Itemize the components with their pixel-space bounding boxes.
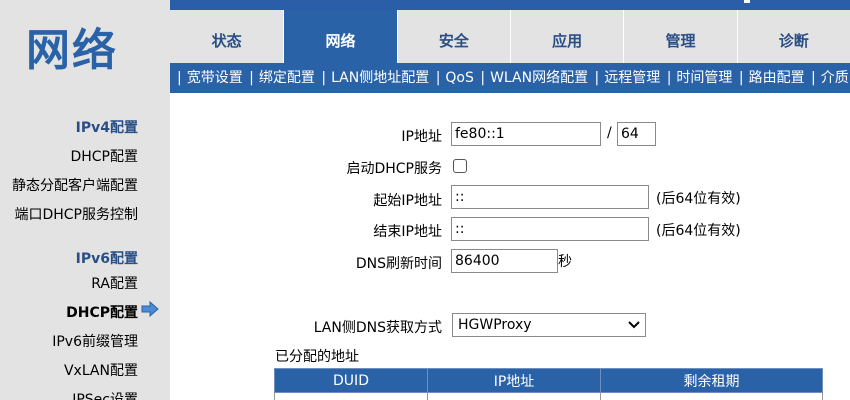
dns-refresh-label: DNS刷新时间 (355, 256, 442, 272)
sub-navigation: | 宽带设置 | 绑定配置 | LAN侧地址配置 | QoS | WLAN网络配置 | 远程… (170, 63, 850, 93)
sidebar-item-prefix[interactable]: IPv6前缀管理 (52, 331, 138, 351)
main-tabs: 状态 网络 安全 应用 管理 诊断 (170, 10, 850, 63)
prefix-separator: / (607, 125, 612, 141)
subnav-remote-mgmt[interactable]: 远程管理 (604, 70, 660, 86)
lan-dns-selected-value: HGWProxy (458, 317, 532, 333)
tab-application[interactable]: 应用 (509, 10, 624, 63)
end-ip-hint: (后64位有效) (656, 223, 741, 239)
dhcp-enable-checkbox[interactable] (453, 159, 467, 173)
main-content: IP地址 / 启动DHCP服务 起始IP地址 (后64位有效) 结束IP地址 (… (170, 93, 850, 400)
sidebar: IPv4配置 DHCP配置 静态分配客户端配置 端口DHCP服务控制 IPv6配… (0, 93, 170, 400)
prefix-length-input[interactable] (617, 122, 656, 146)
subnav-broadband[interactable]: 宽带设置 (187, 70, 243, 86)
assigned-address-title: 已分配的地址 (275, 349, 359, 365)
dns-refresh-unit: 秒 (558, 254, 572, 270)
strip-mark (744, 0, 750, 3)
chevron-down-icon (628, 321, 640, 329)
sidebar-item-ipv6-dhcp[interactable]: DHCP配置 (66, 302, 138, 322)
start-ip-label: 起始IP地址 (373, 193, 442, 209)
end-ip-label: 结束IP地址 (373, 224, 442, 240)
sidebar-item-ipsec[interactable]: IPSec设置 (72, 389, 138, 400)
subnav-qos[interactable]: QoS (445, 70, 473, 86)
sidebar-item-vxlan[interactable]: VxLAN配置 (64, 360, 138, 380)
ip-address-label: IP地址 (401, 129, 442, 145)
start-ip-input[interactable] (451, 185, 649, 209)
sidebar-item-ra[interactable]: RA配置 (91, 273, 138, 293)
lan-dns-select[interactable]: HGWProxy (452, 313, 646, 337)
lan-dns-label: LAN侧DNS获取方式 (313, 320, 442, 336)
start-ip-hint: (后64位有效) (656, 191, 741, 207)
column-header-ip: IP地址 (427, 368, 601, 393)
sidebar-header-ipv6: IPv6配置 (75, 251, 138, 267)
column-header-duid: DUID (274, 368, 428, 393)
brand-title: 网络 (26, 25, 118, 76)
subnav-media[interactable]: 介质 (821, 70, 849, 86)
table-row (274, 392, 823, 400)
sidebar-item-static-client[interactable]: 静态分配客户端配置 (12, 175, 138, 195)
brand-panel: 网络 (0, 0, 170, 93)
end-ip-input[interactable] (451, 217, 649, 241)
dns-refresh-input[interactable] (451, 249, 558, 273)
subnav-binding[interactable]: 绑定配置 (259, 70, 315, 86)
subnav-time-mgmt[interactable]: 时间管理 (676, 70, 732, 86)
subnav-routing[interactable]: 路由配置 (749, 70, 805, 86)
tab-network[interactable]: 网络 (283, 10, 397, 63)
subnav-wlan[interactable]: WLAN网络配置 (490, 70, 588, 86)
tab-status[interactable]: 状态 (170, 10, 284, 63)
ip-address-input[interactable] (451, 122, 601, 146)
tab-diagnostics[interactable]: 诊断 (736, 10, 850, 63)
sidebar-item-port-dhcp[interactable]: 端口DHCP服务控制 (14, 204, 138, 224)
dhcp-enable-label: 启动DHCP服务 (346, 161, 442, 177)
column-header-lease: 剩余租期 (600, 368, 823, 393)
sidebar-header-ipv4: IPv4配置 (75, 120, 138, 136)
subnav-lan-address[interactable]: LAN侧地址配置 (331, 70, 429, 86)
tab-security[interactable]: 安全 (396, 10, 510, 63)
sidebar-item-ipv4-dhcp[interactable]: DHCP配置 (70, 146, 138, 166)
table-header-row: DUID IP地址 剩余租期 (274, 368, 823, 393)
arrow-right-icon (141, 301, 159, 317)
assigned-address-table: DUID IP地址 剩余租期 (274, 368, 823, 400)
top-strip (170, 0, 850, 10)
tab-management[interactable]: 管理 (623, 10, 737, 63)
